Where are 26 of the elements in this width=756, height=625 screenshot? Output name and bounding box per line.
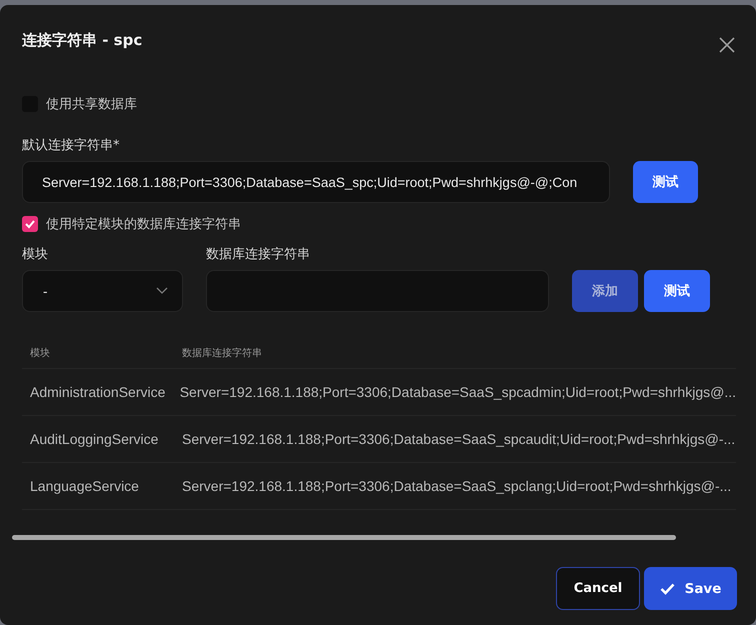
table-cell-text: LanguageService — [30, 478, 140, 494]
check-icon — [660, 582, 675, 594]
table-cell-text: AuditLoggingService — [30, 431, 160, 447]
table-cell: Server=192.168.1.188;Port=3306;Database=SaaS_spcaudit;Uid=root;Pwd=shrhkjgs@-... — [182, 431, 736, 447]
table-cell: Server=192.168.1.188;Port=3306;Database=SaaS_spcadmin;Uid=root;Pwd=shrhkjgs@... — [180, 384, 736, 400]
chevron-down-icon — [156, 287, 168, 295]
scrollbar[interactable] — [12, 535, 676, 540]
field-label: 数据库连接字符串 — [206, 246, 311, 263]
close-icon[interactable] — [719, 37, 735, 53]
table-cell: Server=192.168.1.188;Port=3306;Database=SaaS_spclang;Uid=root;Pwd=shrhkjgs@-... — [182, 478, 732, 494]
field-label: 模块 — [22, 246, 49, 263]
field-label: 默认连接字符串* — [22, 137, 120, 154]
checkbox[interactable] — [22, 216, 38, 232]
table-cell-text: AdministrationService — [30, 384, 166, 400]
module-dropdown[interactable]: - — [22, 270, 183, 312]
test-button[interactable]: 测试 — [633, 161, 698, 203]
cancel-button[interactable]: Cancel — [556, 567, 640, 610]
column-header: 模块 — [30, 346, 51, 360]
dialog-title: 连接字符串 - spc — [22, 30, 142, 50]
save-button[interactable]: Save — [644, 567, 737, 610]
checkbox-label: 使用特定模块的数据库连接字符串 — [46, 216, 241, 233]
column-header: 数据库连接字符串 — [182, 346, 262, 360]
input-field[interactable]: Server=192.168.1.188;Port=3306;Database=SaaS_spc;Uid=root;Pwd=shrhkjgs@-@;Con — [22, 161, 610, 203]
checkbox-label: 使用共享数据库 — [46, 96, 137, 113]
check-icon — [24, 218, 36, 230]
action-button[interactable]: 测试 — [644, 270, 710, 312]
